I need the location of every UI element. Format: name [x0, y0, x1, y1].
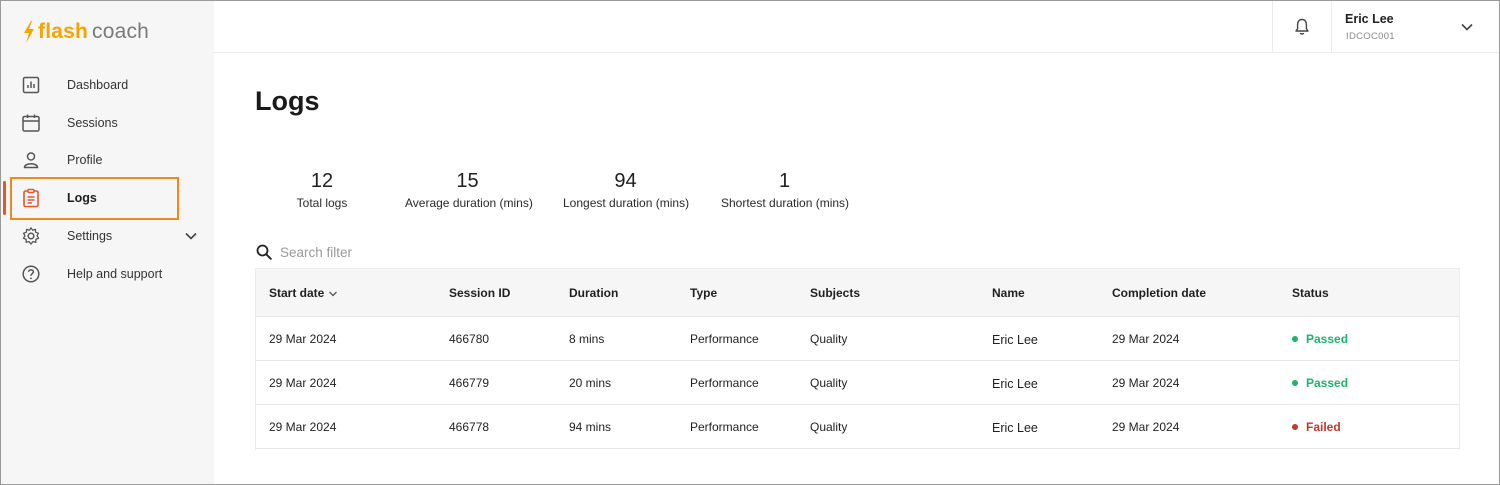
column-header-type[interactable]: Type: [690, 286, 717, 300]
sidebar-item-profile[interactable]: Profile: [0, 142, 214, 178]
stat-label: Average duration (mins): [405, 196, 533, 210]
sidebar-item-label: Sessions: [67, 116, 118, 130]
calendar-icon: [22, 114, 40, 132]
cell-type: Performance: [690, 420, 759, 434]
stat-average-duration: 15 Average duration (mins): [405, 170, 533, 210]
bell-icon: [1295, 18, 1309, 35]
status-badge: Passed: [1292, 376, 1348, 390]
cell-start-date: 29 Mar 2024: [269, 376, 337, 390]
notifications-button[interactable]: [1272, 0, 1332, 53]
person-icon: [23, 152, 39, 169]
page-title: Logs: [255, 86, 320, 116]
stat-value: 1: [778, 170, 791, 192]
cell-duration: 20 mins: [569, 376, 612, 390]
status-text: Passed: [1306, 332, 1349, 346]
column-header-status[interactable]: Status: [1292, 286, 1329, 300]
chevron-down-icon[interactable]: [184, 230, 198, 242]
stat-shortest-duration: 1 Shortest duration (mins): [721, 170, 850, 210]
logs-table: Start date Session ID Duration Type Subj…: [255, 268, 1460, 450]
user-menu-chevron-icon[interactable]: [1460, 21, 1474, 33]
stat-total-logs: 12 Total logs: [296, 170, 348, 210]
sidebar-item-label: Settings: [67, 229, 113, 243]
cell-completion-date: 29 Mar 2024: [1112, 376, 1180, 390]
cell-name: Eric Lee: [992, 377, 1038, 391]
cell-start-date: 29 Mar 2024: [269, 420, 337, 434]
column-header-start-date[interactable]: Start date: [269, 286, 338, 300]
table-header: Start date Session ID Duration Type Subj…: [256, 269, 1459, 317]
sort-chevron-down-icon: [329, 291, 338, 297]
status-dot: [1292, 424, 1298, 430]
lightning-bolt-icon: [24, 21, 34, 43]
column-header-session-id[interactable]: Session ID: [449, 286, 510, 300]
cell-type: Performance: [690, 332, 759, 346]
cell-subjects: Quality: [810, 376, 848, 390]
status-dot: [1292, 336, 1298, 342]
logo-coach-text: coach: [92, 20, 150, 43]
bar-chart-icon: [22, 76, 40, 94]
app-logo[interactable]: flash coach: [22, 19, 149, 45]
column-header-name[interactable]: Name: [992, 286, 1025, 300]
column-header-label: Start date: [269, 286, 325, 300]
table-row[interactable]: 29 Mar 2024 466779 20 mins Performance Q…: [256, 361, 1459, 405]
user-id: IDCOC001: [1346, 31, 1395, 42]
stat-value: 94: [614, 170, 637, 192]
sidebar-item-settings[interactable]: Settings: [0, 218, 214, 254]
sidebar-item-label: Dashboard: [67, 78, 129, 92]
cell-completion-date: 29 Mar 2024: [1112, 420, 1180, 434]
sidebar-item-label: Help and support: [67, 267, 163, 281]
stat-label: Longest duration (mins): [563, 196, 690, 210]
sidebar-item-label: Profile: [67, 153, 103, 167]
stat-longest-duration: 94 Longest duration (mins): [563, 170, 690, 210]
cell-session-id: 466779: [449, 376, 490, 390]
cell-name: Eric Lee: [992, 421, 1038, 435]
cell-duration: 94 mins: [569, 420, 612, 434]
cell-start-date: 29 Mar 2024: [269, 332, 337, 346]
help-circle-icon: [22, 265, 40, 283]
column-header-completion-date[interactable]: Completion date: [1112, 286, 1206, 300]
search-icon: [256, 244, 272, 260]
cell-type: Performance: [690, 376, 759, 390]
cell-subjects: Quality: [810, 420, 848, 434]
sidebar-item-dashboard[interactable]: Dashboard: [0, 67, 214, 103]
stat-value: 15: [456, 170, 479, 192]
status-dot: [1292, 380, 1298, 386]
table-row[interactable]: 29 Mar 2024 466780 8 mins Performance Qu…: [256, 317, 1459, 361]
status-badge: Passed: [1292, 332, 1348, 346]
sidebar-item-logs[interactable]: Logs: [0, 180, 214, 216]
stat-label: Shortest duration (mins): [721, 196, 850, 210]
column-header-duration[interactable]: Duration: [569, 286, 618, 300]
cell-name: Eric Lee: [992, 333, 1038, 347]
search-input[interactable]: [280, 242, 580, 262]
status-badge: Failed: [1292, 420, 1341, 434]
clipboard-icon: [23, 188, 39, 208]
gear-icon: [22, 227, 40, 245]
stat-value: 12: [310, 170, 334, 192]
cell-subjects: Quality: [810, 332, 848, 346]
table-row[interactable]: 29 Mar 2024 466778 94 mins Performance Q…: [256, 405, 1459, 449]
user-name: Eric Lee: [1345, 12, 1394, 26]
logo-flash-text: flash: [38, 20, 89, 43]
stat-label: Total logs: [296, 196, 348, 210]
sidebar-item-help[interactable]: Help and support: [0, 256, 214, 292]
sidebar-item-label: Logs: [67, 191, 97, 205]
status-text: Failed: [1306, 420, 1341, 434]
cell-session-id: 466778: [449, 420, 490, 434]
sidebar: flash coach Dashboard Sessions Profile L…: [0, 0, 214, 485]
column-header-subjects[interactable]: Subjects: [810, 286, 860, 300]
cell-completion-date: 29 Mar 2024: [1112, 332, 1180, 346]
cell-duration: 8 mins: [569, 332, 605, 346]
sidebar-item-sessions[interactable]: Sessions: [0, 105, 214, 141]
status-text: Passed: [1306, 376, 1349, 390]
cell-session-id: 466780: [449, 332, 490, 346]
